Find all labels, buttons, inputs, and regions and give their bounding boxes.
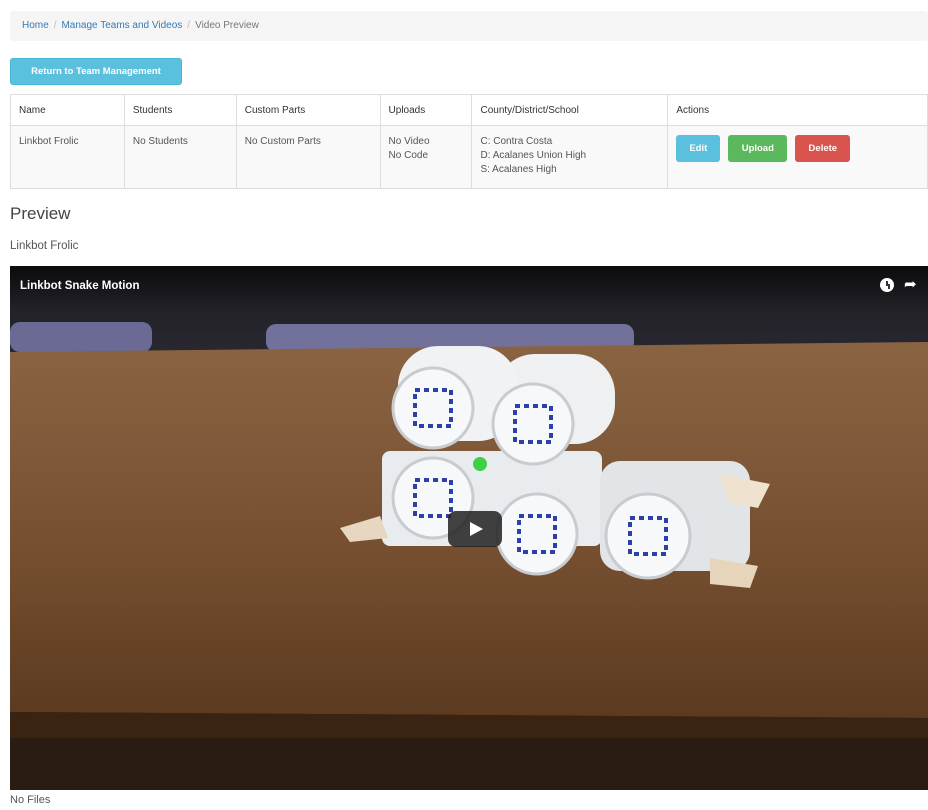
play-button[interactable] — [448, 511, 502, 547]
delete-button[interactable]: Delete — [795, 135, 851, 162]
breadcrumb-current: Video Preview — [195, 20, 259, 31]
breadcrumb-home-link[interactable]: Home — [22, 20, 49, 31]
county-value: C: Contra Costa — [480, 136, 553, 147]
preview-heading: Preview — [10, 204, 71, 223]
column-header-students: Students — [123, 94, 237, 126]
column-header-county: County/District/School — [471, 94, 669, 126]
breadcrumb-separator: / — [53, 20, 57, 31]
video-title: Linkbot Frolic — [10, 240, 79, 252]
files-status: No Files — [10, 794, 51, 806]
column-header-name: Name — [10, 94, 125, 126]
upload-button[interactable]: Upload — [728, 135, 788, 162]
uploads-code-status: No Code — [388, 150, 429, 161]
uploads-cell: No Video No Code — [379, 125, 473, 189]
column-header-uploads: Uploads — [379, 94, 473, 126]
actions-cell: Edit Upload Delete — [667, 125, 928, 189]
clock-icon[interactable] — [880, 278, 894, 292]
district-value: D: Acalanes Union High — [480, 150, 587, 161]
breadcrumb-manage-link[interactable]: Manage Teams and Videos — [61, 20, 182, 31]
share-icon[interactable]: ➦ — [904, 277, 922, 293]
return-to-team-management-button[interactable]: Return to Team Management — [10, 58, 182, 85]
breadcrumb-separator: / — [187, 20, 191, 31]
county-district-school-cell: C: Contra Costa D: Acalanes Union High S… — [471, 125, 669, 189]
breadcrumb: Home / Manage Teams and Videos / Video Previ… — [10, 11, 928, 41]
teams-table: Name Students Custom Parts Uploads Count… — [10, 94, 928, 189]
edit-button[interactable]: Edit — [676, 135, 721, 162]
students-cell: No Students — [123, 125, 237, 189]
video-top-bar — [10, 266, 928, 310]
school-value: S: Acalanes High — [480, 164, 557, 175]
team-name-cell: Linkbot Frolic — [10, 125, 125, 189]
video-player[interactable]: Linkbot Snake Motion ➦ — [10, 266, 928, 790]
table-header-row: Name Students Custom Parts Uploads Count… — [10, 94, 928, 126]
custom-parts-cell: No Custom Parts — [235, 125, 381, 189]
uploads-video-status: No Video — [388, 136, 430, 147]
table-row: Linkbot Frolic No Students No Custom Par… — [10, 125, 928, 189]
video-name[interactable]: Linkbot Snake Motion — [20, 280, 139, 292]
column-header-actions: Actions — [667, 94, 928, 126]
column-header-custom-parts: Custom Parts — [235, 94, 381, 126]
